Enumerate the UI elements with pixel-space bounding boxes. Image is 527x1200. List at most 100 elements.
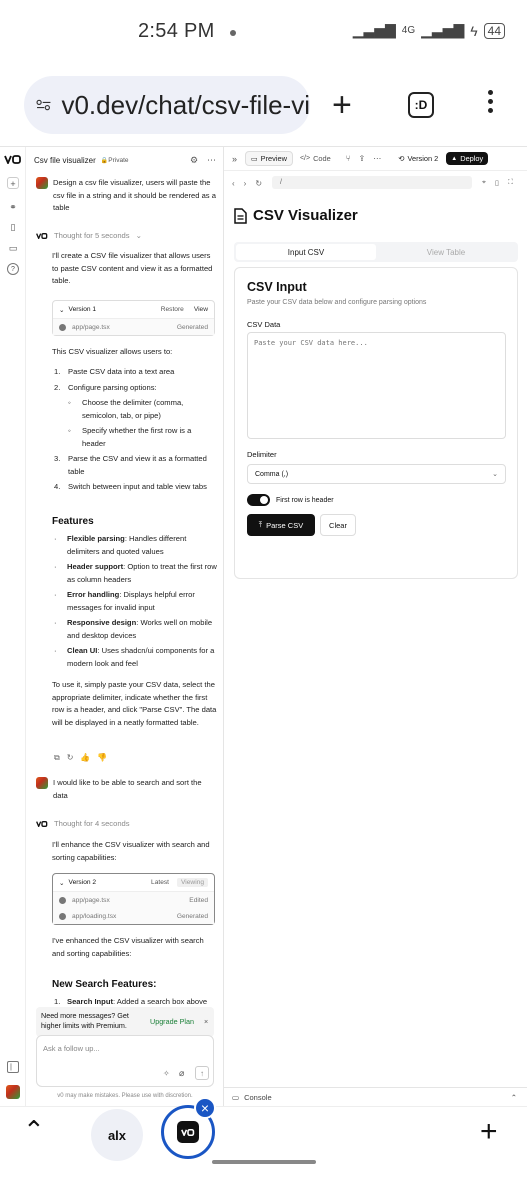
composer[interactable]: Ask a follow up... ✧ ⌀ ↑: [36, 1035, 214, 1087]
library-icon[interactable]: ▯: [7, 221, 19, 233]
thought-label[interactable]: Thought for 4 seconds: [54, 818, 130, 831]
lock-icon: 🔒: [100, 157, 109, 164]
tab-alx[interactable]: alx: [91, 1109, 143, 1161]
sidebar-toggle-icon[interactable]: ▏: [7, 1061, 19, 1073]
fork-icon[interactable]: ⑂: [346, 154, 351, 163]
tab-view-table[interactable]: View Table: [376, 244, 516, 260]
deploy-button[interactable]: ▲ Deploy: [446, 152, 489, 165]
check-icon: [59, 323, 66, 331]
url-text[interactable]: v0.dev/chat/csv-file-vi: [61, 90, 310, 121]
signal-icon: ▁▃▅▇: [352, 22, 396, 38]
restore-button[interactable]: Restore: [161, 306, 184, 313]
chevron-down-icon[interactable]: ⌄: [59, 879, 65, 887]
attach-icon[interactable]: ⌀: [179, 1068, 184, 1079]
browser-menu-icon[interactable]: [486, 90, 494, 113]
upsell-text: Need more messages? Get higher limits wi…: [41, 1011, 129, 1030]
new-chat-icon[interactable]: +: [7, 177, 19, 189]
preview-toolbar: » ▭ Preview </> Code ⑂ ⇪ ⋯ ⟲ Version 2 ▲ Dep…: [224, 147, 527, 171]
header-toggle-switch[interactable]: [247, 494, 270, 506]
version-card-2[interactable]: ⌄ Version 2 Latest Viewing app/page.tsx E…: [52, 873, 215, 925]
more-icon[interactable]: ⋯: [207, 155, 216, 166]
features-list: · Flexible parsing: Handles different del…: [54, 534, 217, 668]
csv-data-textarea[interactable]: [247, 332, 506, 439]
community-icon[interactable]: ⚭: [7, 201, 19, 213]
v0-logo[interactable]: [4, 155, 22, 164]
expand-icon[interactable]: »: [232, 154, 237, 164]
reload-icon[interactable]: ↻: [255, 179, 262, 188]
version-selector[interactable]: ⟲ Version 2: [393, 152, 443, 165]
expand-up-icon[interactable]: ⌃: [511, 1093, 517, 1102]
user-avatar-small: [36, 777, 48, 789]
settings-icon[interactable]: ⚙: [190, 155, 198, 166]
upgrade-plan-link[interactable]: Upgrade Plan: [150, 1017, 194, 1027]
device-icon[interactable]: ▯: [495, 179, 499, 187]
inspect-icon[interactable]: ⌖: [482, 179, 486, 187]
console-bar[interactable]: ▭ Console ⌃: [224, 1087, 527, 1107]
preview-path-text[interactable]: /: [280, 179, 282, 186]
feature-title: Clean UI: [67, 646, 98, 655]
header-toggle-row: First row is header: [247, 494, 334, 506]
tab-switcher-button[interactable]: :D: [408, 92, 434, 118]
user-avatar-small: [36, 177, 48, 189]
tab-preview-label: Preview: [260, 154, 287, 163]
usage-text: To use it, simply paste your CSV data, s…: [52, 680, 217, 727]
view-button[interactable]: View: [194, 306, 208, 313]
thumbs-down-icon[interactable]: 👎: [97, 752, 107, 765]
send-button[interactable]: ↑: [195, 1066, 209, 1080]
site-settings-icon[interactable]: [36, 94, 51, 116]
privacy-badge[interactable]: Private: [108, 157, 128, 164]
file-status: Edited: [189, 896, 208, 904]
feature-title: Responsive design: [67, 618, 137, 627]
forward-icon[interactable]: ›: [244, 179, 247, 188]
feature-title: Header support: [67, 562, 124, 571]
sparkle-icon[interactable]: ✧: [163, 1069, 170, 1078]
projects-icon[interactable]: ▭: [7, 242, 19, 254]
thought-toggle-2[interactable]: Thought for 4 seconds: [36, 818, 130, 831]
version-card-1[interactable]: ⌄ Version 1 Restore View app/page.tsx Gen…: [52, 300, 215, 336]
delimiter-value[interactable]: Comma (,): [255, 471, 492, 478]
close-icon[interactable]: ×: [204, 1017, 208, 1027]
add-tab-icon[interactable]: +: [480, 1117, 498, 1147]
upsell-banner: Need more messages? Get higher limits wi…: [36, 1007, 214, 1037]
thought-toggle-1[interactable]: Thought for 5 seconds ⌄: [36, 230, 142, 243]
thumbs-up-icon[interactable]: 👍: [80, 752, 90, 765]
address-bar[interactable]: v0.dev/chat/csv-file-vi: [24, 76, 310, 134]
tab-input-csv[interactable]: Input CSV: [236, 244, 376, 260]
new-tab-icon[interactable]: +: [332, 88, 352, 122]
chat-title[interactable]: Csv file visualizer: [34, 156, 96, 165]
steps-list: 1. Paste CSV data into a text area 2. Conf…: [54, 366, 219, 494]
delimiter-select[interactable]: Comma (,) ⌄: [247, 464, 506, 484]
clear-button[interactable]: Clear: [320, 514, 356, 536]
tab-preview[interactable]: ▭ Preview: [245, 151, 293, 166]
chevron-up-icon[interactable]: ⌃: [23, 1115, 45, 1146]
parse-csv-button[interactable]: ⤒ Parse CSV: [247, 514, 315, 536]
tab-code[interactable]: </> Code: [295, 152, 336, 165]
fullscreen-icon[interactable]: ⛶: [508, 179, 513, 187]
preview-path[interactable]: /: [272, 176, 472, 189]
user-message-text: Design a csv file visualizer, users will…: [53, 178, 216, 212]
user-avatar[interactable]: [6, 1085, 20, 1099]
tab-code-label: Code: [313, 154, 331, 163]
help-icon[interactable]: ?: [7, 263, 19, 275]
close-tab-icon[interactable]: ×: [194, 1097, 216, 1119]
chevron-down-icon[interactable]: ⌄: [59, 306, 65, 314]
follow-up-input[interactable]: Ask a follow up...: [43, 1044, 100, 1053]
version-label: Version 2: [68, 879, 97, 886]
retry-icon[interactable]: ↻: [67, 752, 74, 765]
chevron-down-icon[interactable]: ⌄: [136, 230, 142, 243]
file-name[interactable]: app/loading.tsx: [72, 913, 177, 920]
allows-heading: This CSV visualizer allows users to:: [52, 347, 173, 356]
copy-icon[interactable]: ⧉: [54, 752, 60, 765]
back-icon[interactable]: ‹: [232, 179, 235, 188]
file-name[interactable]: app/page.tsx: [72, 897, 189, 904]
file-name[interactable]: app/page.tsx: [72, 324, 177, 331]
code-icon: </>: [299, 155, 311, 162]
share-icon[interactable]: ⇪: [359, 154, 366, 163]
thought-label[interactable]: Thought for 5 seconds: [54, 230, 130, 243]
version-label: Version 1: [68, 306, 97, 313]
console-label[interactable]: Console: [244, 1093, 272, 1102]
chevron-down-icon[interactable]: ⌄: [492, 470, 498, 478]
upload-icon: ⤒: [258, 520, 263, 529]
header-toggle-label[interactable]: First row is header: [276, 497, 334, 504]
more-icon[interactable]: ⋯: [373, 154, 381, 163]
